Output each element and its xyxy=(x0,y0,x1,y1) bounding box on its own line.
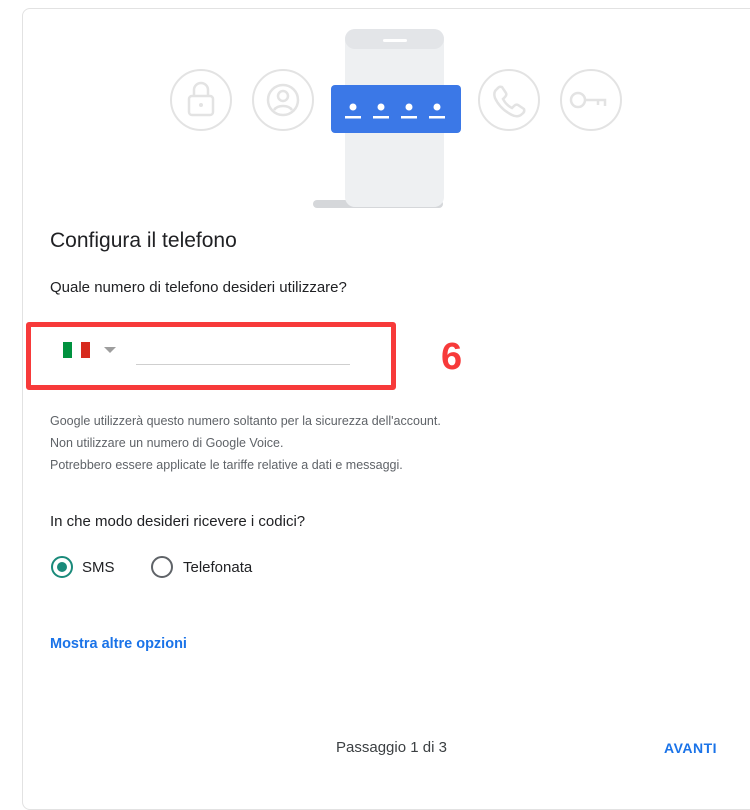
next-button[interactable]: AVANTI xyxy=(656,732,725,764)
key-icon xyxy=(560,69,622,131)
pin-dot xyxy=(405,103,413,111)
lock-icon xyxy=(170,69,232,131)
note-security: Google utilizzerà questo numero soltanto… xyxy=(50,414,441,428)
account-icon xyxy=(252,69,314,131)
step-indicator: Passaggio 1 di 3 xyxy=(336,739,447,756)
pin-underline xyxy=(429,116,445,119)
page-title: Configura il telefono xyxy=(50,229,237,252)
note-rates: Potrebbero essere applicate le tariffe r… xyxy=(50,458,403,472)
note-google-voice: Non utilizzare un numero di Google Voice… xyxy=(50,436,284,450)
call-radio-label[interactable]: Telefonata xyxy=(183,559,252,576)
sms-radio-label[interactable]: SMS xyxy=(82,559,115,576)
hero-illustration xyxy=(170,29,622,208)
pin-dot xyxy=(377,103,385,111)
phone-usage-notes: Google utilizzerà questo numero soltanto… xyxy=(50,410,441,476)
phone-question: Quale numero di telefono desideri utiliz… xyxy=(50,279,347,296)
pin-underline xyxy=(345,116,361,119)
pin-underline xyxy=(401,116,417,119)
call-radio[interactable] xyxy=(151,556,173,578)
sms-radio[interactable] xyxy=(51,556,73,578)
annotation-highlight-box xyxy=(26,322,396,390)
pin-dot xyxy=(349,103,357,111)
phone-speaker xyxy=(383,39,407,42)
show-more-options-link[interactable]: Mostra altre opzioni xyxy=(50,636,187,652)
codes-question: In che modo desideri ricevere i codici? xyxy=(50,513,306,530)
annotation-step-number: 6 xyxy=(441,336,463,378)
phone-call-icon xyxy=(478,69,540,131)
pin-underline xyxy=(373,116,389,119)
pin-dot xyxy=(433,103,441,111)
